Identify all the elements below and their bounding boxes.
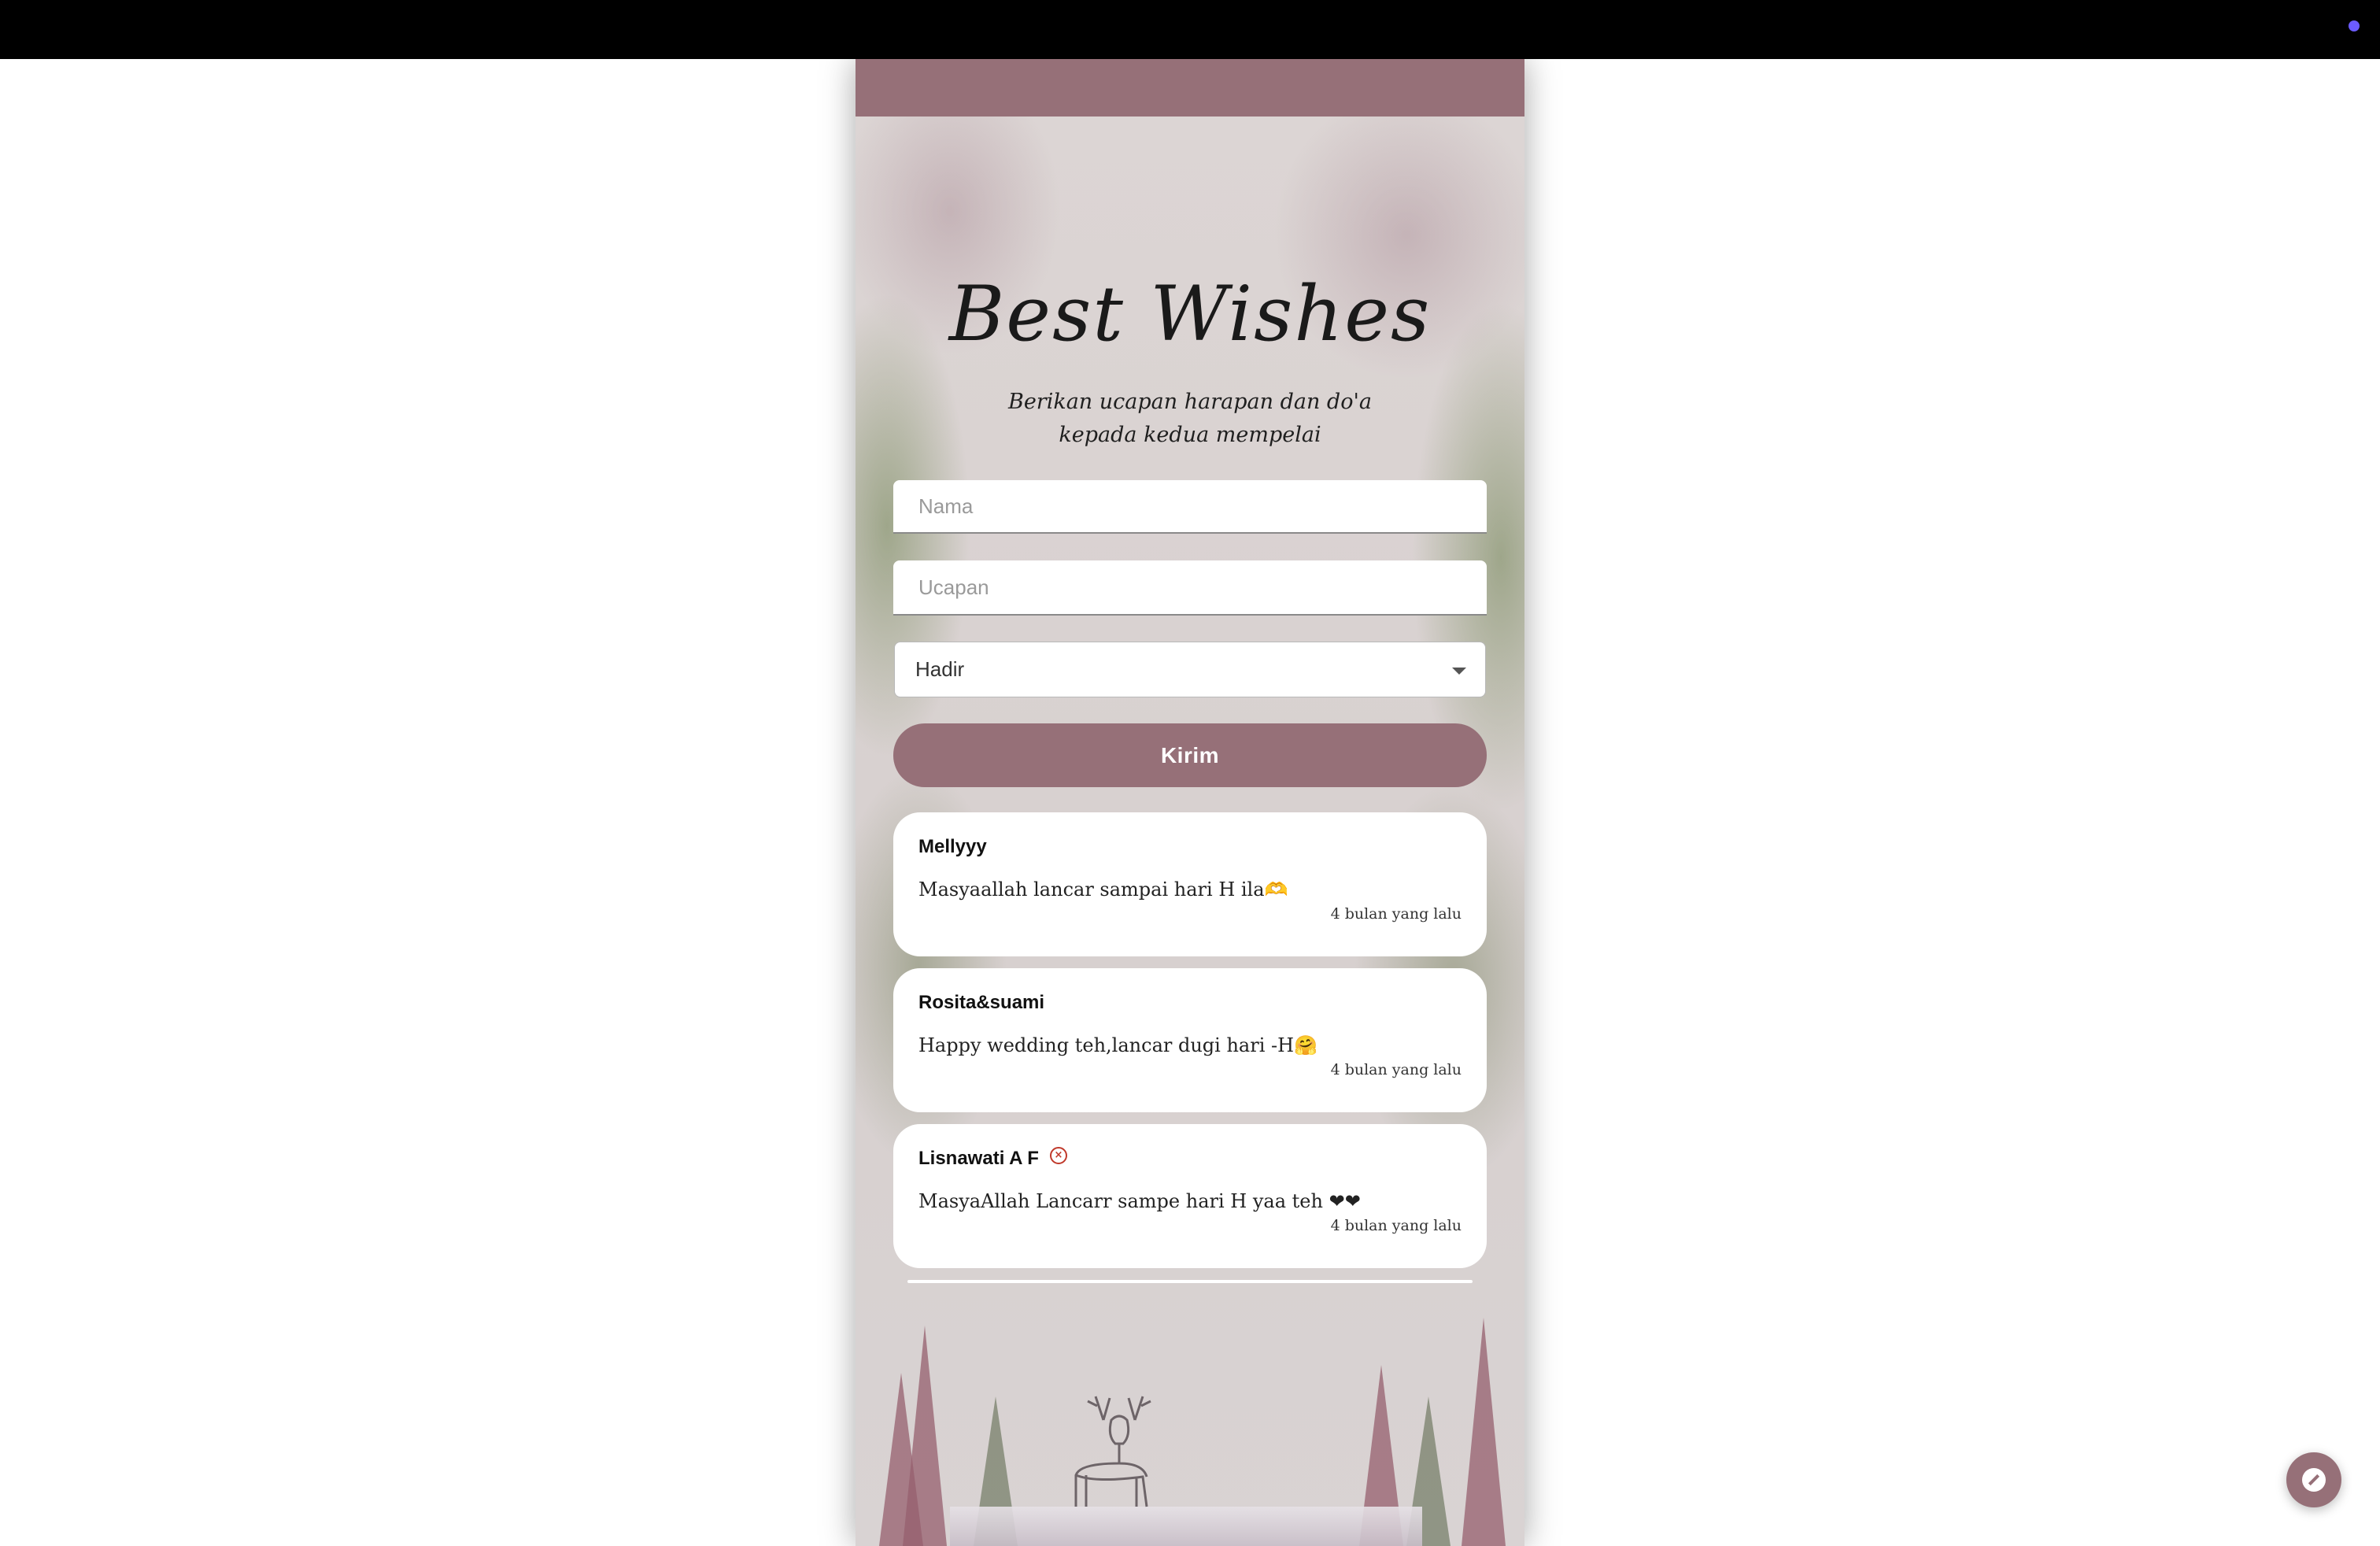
attendance-select[interactable]: Hadir	[894, 642, 1486, 697]
section-subtitle: Berikan ucapan harapan dan do'a kepada k…	[1007, 390, 1372, 447]
tree-illustration	[1462, 1318, 1506, 1546]
section-title: Best Wishes	[948, 270, 1432, 358]
wish-card: Rosita&suami Happy wedding teh,lancar du…	[893, 968, 1487, 1112]
browser-topbar	[0, 0, 2380, 59]
wish-message: MasyaAllah Lancarr sampe hari H yaa teh …	[918, 1190, 1361, 1212]
submit-button[interactable]: Kirim	[893, 723, 1487, 787]
wish-message: Masyaallah lancar sampai hari H ila🫶	[918, 878, 1288, 901]
wish-timestamp: 4 bulan yang lalu	[1330, 905, 1462, 923]
invitation-page: Best Wishes Berikan ucapan harapan dan d…	[856, 59, 1524, 1546]
wish-card: Lisnawati A F × MasyaAllah Lancarr sampe…	[893, 1124, 1487, 1268]
attendance-select-value: Hadir	[915, 657, 965, 681]
close-circle-icon[interactable]: ×	[1049, 1147, 1067, 1164]
wish-timestamp: 4 bulan yang lalu	[1330, 1217, 1462, 1234]
chevron-down-icon	[1452, 668, 1466, 675]
wish-author: Mellyyy	[918, 836, 987, 857]
wish-timestamp: 4 bulan yang lalu	[1330, 1061, 1462, 1078]
name-input[interactable]	[893, 480, 1487, 534]
wish-message: Happy wedding teh,lancar dugi hari -H🤗	[918, 1034, 1318, 1056]
deer-illustration	[1074, 1396, 1151, 1507]
music-toggle-button[interactable]	[2286, 1452, 2341, 1507]
wish-card: Mellyyy Masyaallah lancar sampai hari H …	[893, 812, 1487, 956]
status-dot-icon	[2349, 20, 2360, 31]
page-header-bar	[856, 59, 1524, 117]
music-disc-icon	[2302, 1468, 2326, 1492]
message-input[interactable]	[893, 560, 1487, 616]
tree-illustration	[903, 1326, 947, 1546]
wish-card-partial	[907, 1280, 1473, 1283]
wishes-list: Mellyyy Masyaallah lancar sampai hari H …	[893, 812, 1487, 1283]
wish-author: Lisnawati A F	[918, 1148, 1039, 1169]
wish-author: Rosita&suami	[918, 992, 1045, 1013]
